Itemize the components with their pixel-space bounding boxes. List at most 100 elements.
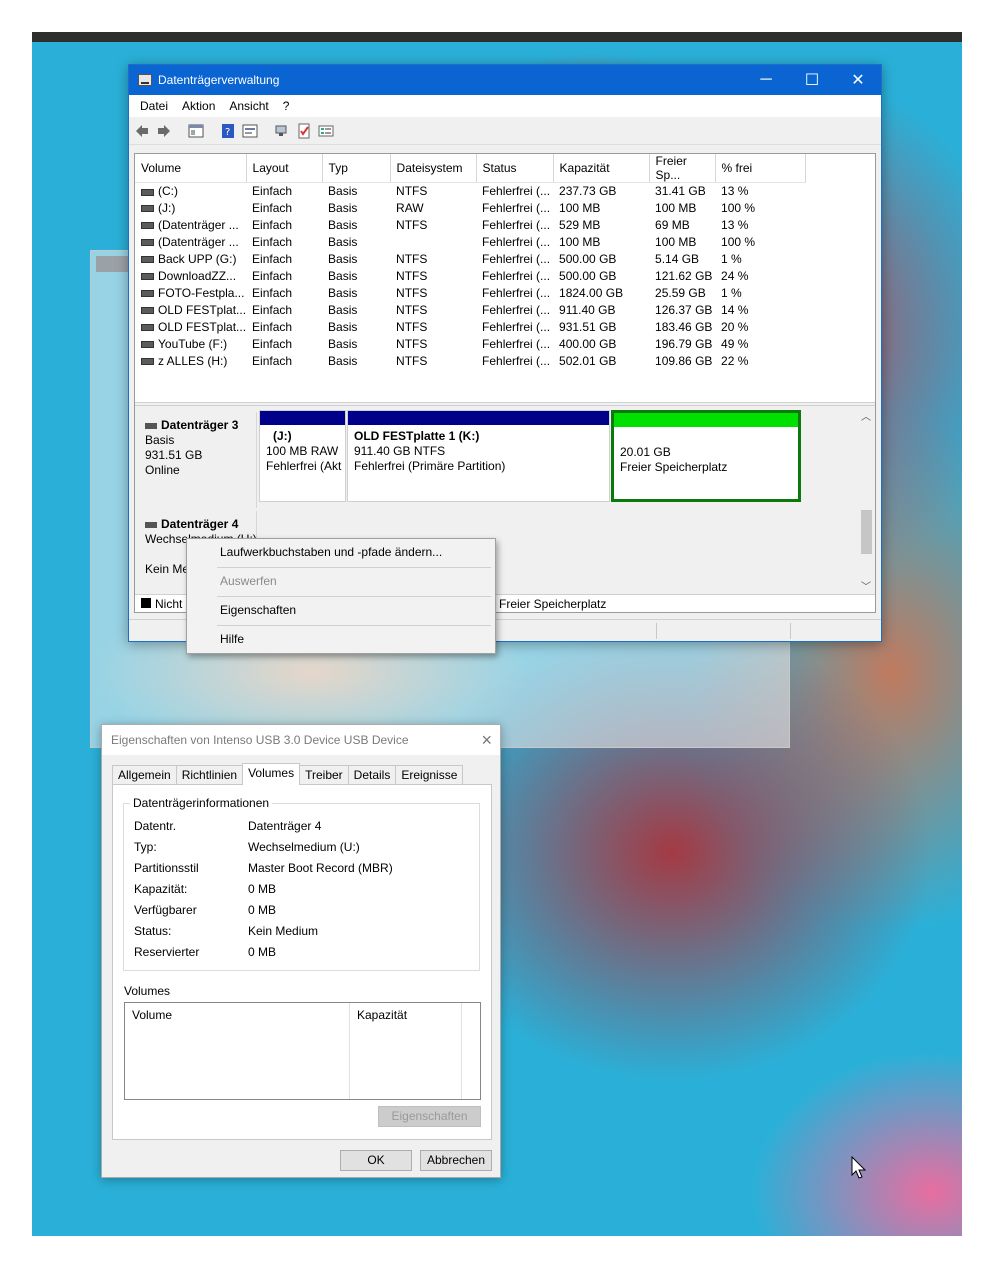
volume-table: Volume Layout Typ Dateisystem Status Kap…: [135, 154, 806, 370]
volume-name: Back UPP (G:): [158, 252, 237, 266]
tab-treiber[interactable]: Treiber: [299, 765, 349, 785]
partition-status: Freier Speicherplatz: [620, 460, 728, 474]
col-prozent-frei[interactable]: % frei: [715, 154, 806, 183]
drive-icon: [141, 273, 154, 281]
table-row[interactable]: (C:) Einfach Basis NTFS Fehlerfrei (... 237.7…: [135, 183, 805, 200]
col-typ[interactable]: Typ: [322, 154, 391, 183]
table-row[interactable]: FOTO-Festpla... Einfach Basis NTFS Fehlerfre…: [135, 285, 805, 302]
table-cell: 1 %: [721, 286, 742, 300]
partition-size: 911.40 GB NTFS: [354, 444, 446, 458]
scroll-down-icon[interactable]: ﹀: [861, 578, 871, 593]
partition-j[interactable]: (J:) 100 MB RAW Fehlerfrei (Akt: [259, 410, 346, 502]
settings-list-icon[interactable]: [318, 123, 334, 139]
partition-bar: [348, 411, 609, 425]
disk3-label[interactable]: Datenträger 3 Basis 931.51 GB Online: [137, 412, 257, 508]
table-row[interactable]: Back UPP (G:) Einfach Basis NTFS Fehlerfrei …: [135, 251, 805, 268]
col-freier-speicher[interactable]: Freier Sp...: [649, 154, 716, 183]
back-arrow-icon[interactable]: [134, 123, 150, 139]
col-status[interactable]: Status: [476, 154, 554, 183]
table-row[interactable]: YouTube (F:) Einfach Basis NTFS Fehlerfrei (…: [135, 336, 805, 353]
table-cell: (Datenträger ...: [135, 217, 246, 234]
properties-view-icon[interactable]: [242, 123, 258, 139]
table-cell: Einfach: [252, 354, 293, 368]
tab-details[interactable]: Details: [347, 765, 397, 785]
col-layout[interactable]: Layout: [246, 154, 323, 183]
table-row[interactable]: (J:) Einfach Basis RAW Fehlerfrei (... 100 MB…: [135, 200, 805, 217]
menu-help[interactable]: ?: [276, 99, 297, 113]
tab-allgemein[interactable]: Allgemein: [112, 765, 177, 785]
table-cell: Basis: [328, 286, 358, 300]
partition-status: Fehlerfrei (Akt: [266, 459, 342, 473]
table-cell: 183.46 GB: [655, 320, 713, 334]
titlebar[interactable]: Datenträgerverwaltung ─ ☐ ✕: [129, 65, 881, 95]
info-key: Verfügbarer: [134, 903, 197, 917]
tab-ereignisse[interactable]: Ereignisse: [395, 765, 464, 785]
table-cell: Einfach: [252, 235, 293, 249]
drive-icon: [141, 205, 154, 213]
volume-properties-button[interactable]: Eigenschaften: [378, 1106, 481, 1127]
tab-volumes[interactable]: Volumes: [242, 763, 301, 785]
table-cell: 100 MB: [559, 201, 601, 215]
table-cell: 126.37 GB: [655, 303, 713, 317]
volumes-col-kapazitaet[interactable]: Kapazität: [350, 1003, 462, 1099]
menu-properties[interactable]: Eigenschaften: [187, 599, 495, 621]
table-row[interactable]: (Datenträger ... Einfach Basis NTFS Fehlerfr…: [135, 217, 805, 234]
partition-k[interactable]: OLD FESTplatte 1 (K:) 911.40 GB NTFS Feh…: [347, 410, 610, 502]
table-row[interactable]: z ALLES (H:) Einfach Basis NTFS Fehlerfrei (…: [135, 353, 805, 370]
table-cell: 31.41 GB: [655, 184, 706, 199]
ok-button[interactable]: OK: [340, 1150, 412, 1171]
drive-icon: [141, 324, 154, 332]
connect-icon[interactable]: [274, 123, 290, 139]
table-row[interactable]: DownloadZZ... Einfach Basis NTFS Fehlerfrei …: [135, 268, 805, 285]
table-cell: DownloadZZ...: [135, 268, 246, 285]
menu-ansicht[interactable]: Ansicht: [222, 99, 275, 113]
info-key: Kapazität:: [134, 882, 188, 896]
col-kapazitaet[interactable]: Kapazität: [553, 154, 650, 183]
minimize-button[interactable]: ─: [743, 65, 789, 95]
volumes-col-volume[interactable]: Volume: [125, 1003, 350, 1099]
table-row[interactable]: (Datenträger ... Einfach Basis Fehlerfrei (…: [135, 234, 805, 251]
info-key: Status:: [134, 924, 172, 938]
table-cell: Basis: [328, 218, 358, 232]
info-key: Reservierter: [134, 945, 200, 959]
volumes-list[interactable]: Volume Kapazität: [124, 1002, 481, 1100]
table-row[interactable]: OLD FESTplat... Einfach Basis NTFS Fehlerfre…: [135, 302, 805, 319]
partition-size: 20.01 GB: [620, 445, 671, 459]
col-volume[interactable]: Volume: [135, 154, 247, 183]
cancel-button[interactable]: Abbrechen: [420, 1150, 492, 1171]
col-dateisystem[interactable]: Dateisystem: [390, 154, 477, 183]
volume-name: DownloadZZ...: [158, 269, 237, 283]
menu-help[interactable]: Hilfe: [187, 628, 495, 650]
menu-datei[interactable]: Datei: [133, 99, 175, 113]
table-cell: 13 %: [721, 218, 749, 232]
menu-aktion[interactable]: Aktion: [175, 99, 222, 113]
maximize-button[interactable]: ☐: [789, 65, 835, 95]
console-tree-icon[interactable]: [188, 123, 204, 139]
forward-arrow-icon[interactable]: [156, 123, 172, 139]
close-icon[interactable]: ×: [481, 725, 492, 755]
dialog-titlebar[interactable]: Eigenschaften von Intenso USB 3.0 Device…: [102, 725, 500, 755]
tab-richtlinien[interactable]: Richtlinien: [175, 765, 244, 785]
table-cell: 69 MB: [655, 218, 690, 232]
table-cell: 911.40 GB: [559, 303, 616, 317]
checklist-icon[interactable]: [296, 123, 312, 139]
table-cell: Fehlerfrei (...: [482, 184, 551, 199]
table-cell: 100 %: [721, 201, 756, 215]
volumes-tab-panel: Datenträgerinformationen Datentr. Datentr…: [112, 784, 492, 1140]
table-cell: (J:): [135, 200, 246, 217]
table-cell: 121.62 GB: [655, 269, 713, 283]
drive-icon: [141, 256, 154, 264]
table-row[interactable]: OLD FESTplat... Einfach Basis NTFS Fehlerfre…: [135, 319, 805, 336]
disk3-type: Basis: [145, 433, 175, 447]
menu-eject[interactable]: Auswerfen: [187, 570, 495, 592]
partition-free-space[interactable]: 20.01 GB Freier Speicherplatz: [611, 410, 801, 502]
scrollbar-thumb[interactable]: [861, 510, 872, 554]
close-button[interactable]: ✕: [835, 65, 881, 95]
volume-name: z ALLES (H:): [158, 354, 228, 368]
table-cell: NTFS: [396, 303, 428, 317]
vertical-scrollbar[interactable]: ︿ ﹀: [858, 406, 875, 596]
table-cell: 13 %: [721, 184, 749, 199]
menu-change-drive-letter[interactable]: Laufwerkbuchstaben und -pfade ändern...: [187, 541, 495, 563]
help-icon[interactable]: ?: [220, 123, 236, 139]
scroll-up-icon[interactable]: ︿: [861, 408, 871, 423]
